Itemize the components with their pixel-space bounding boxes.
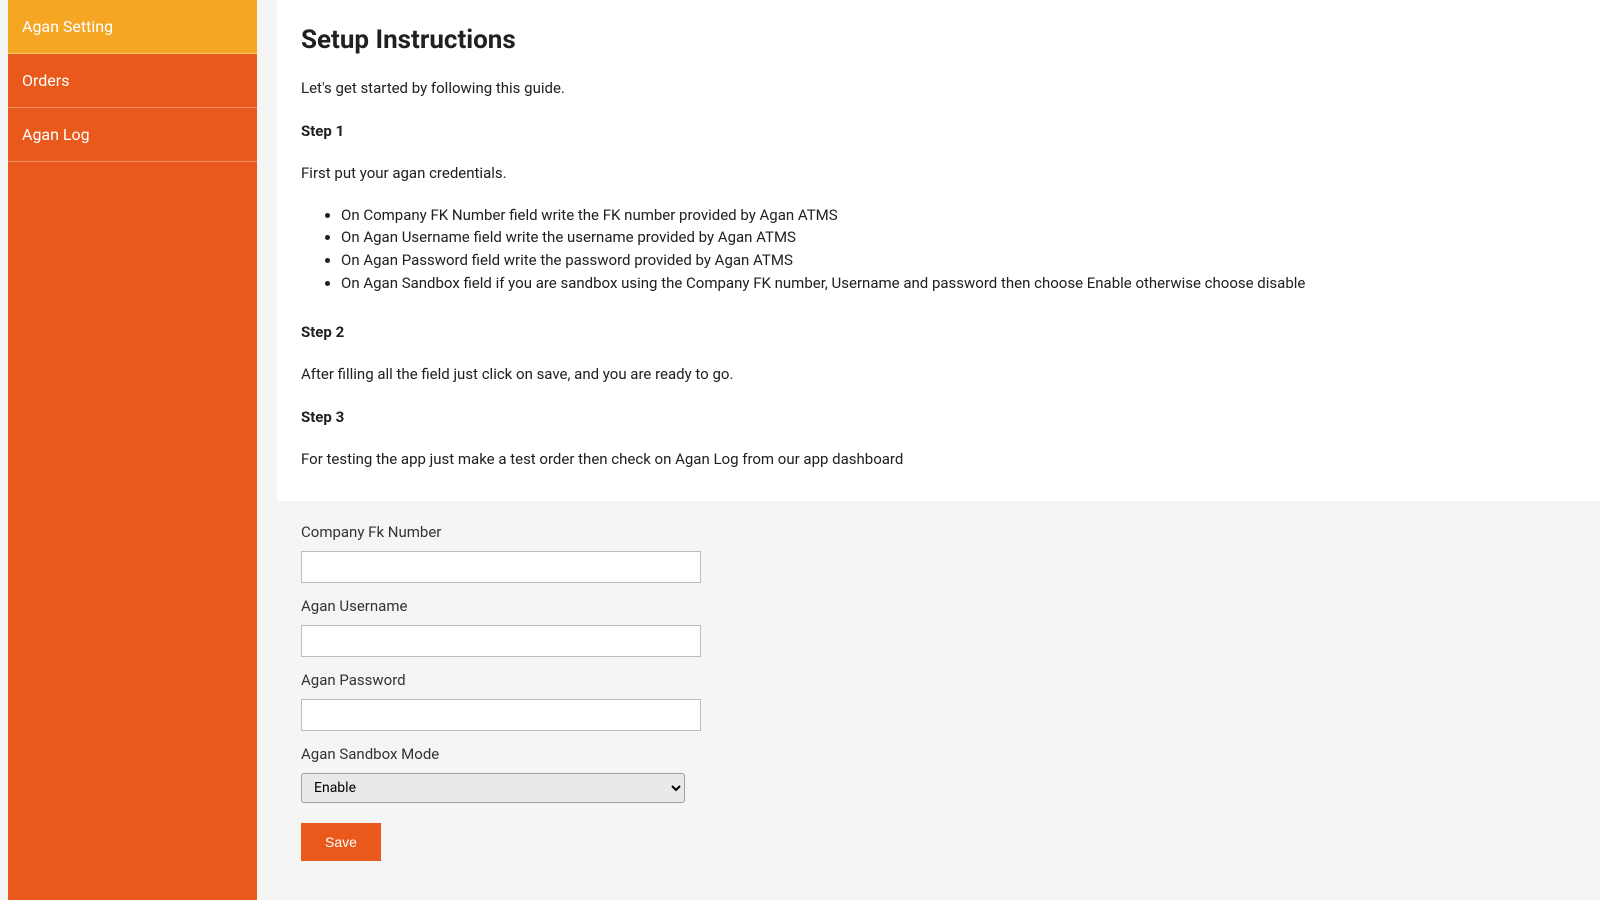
save-button[interactable]: Save (301, 823, 381, 861)
field-agan-sandbox: Agan Sandbox Mode Enable Disable (301, 745, 1576, 803)
company-fk-label: Company Fk Number (301, 523, 1576, 541)
company-fk-input[interactable] (301, 551, 701, 583)
step-1-bullet: On Agan Username field write the usernam… (341, 227, 1576, 249)
step-1-bullet-list: On Company FK Number field write the FK … (301, 205, 1576, 295)
agan-sandbox-select[interactable]: Enable Disable (301, 773, 685, 803)
page-title: Setup Instructions (301, 25, 1576, 55)
step-2-text: After filling all the field just click o… (301, 363, 1576, 386)
intro-text: Let's get started by following this guid… (301, 77, 1576, 100)
step-2-heading: Step 2 (301, 321, 1576, 344)
step-1-heading: Step 1 (301, 120, 1576, 143)
step-1-bullet: On Company FK Number field write the FK … (341, 205, 1576, 227)
sidebar-item-agan-setting[interactable]: Agan Setting (8, 0, 257, 54)
sidebar-spacer (8, 162, 257, 900)
agan-password-label: Agan Password (301, 671, 1576, 689)
step-1-bullet: On Agan Sandbox field if you are sandbox… (341, 273, 1576, 295)
agan-username-input[interactable] (301, 625, 701, 657)
agan-username-label: Agan Username (301, 597, 1576, 615)
agan-sandbox-label: Agan Sandbox Mode (301, 745, 1576, 763)
sidebar-item-orders[interactable]: Orders (8, 54, 257, 108)
instructions-card: Setup Instructions Let's get started by … (277, 0, 1600, 501)
sidebar-item-agan-log[interactable]: Agan Log (8, 108, 257, 162)
step-3-text: For testing the app just make a test ord… (301, 448, 1576, 471)
step-1-bullet: On Agan Password field write the passwor… (341, 250, 1576, 272)
step-3-heading: Step 3 (301, 406, 1576, 429)
field-agan-username: Agan Username (301, 597, 1576, 657)
field-company-fk: Company Fk Number (301, 523, 1576, 583)
settings-form: Company Fk Number Agan Username Agan Pas… (277, 523, 1600, 891)
field-agan-password: Agan Password (301, 671, 1576, 731)
agan-password-input[interactable] (301, 699, 701, 731)
sidebar: Agan Setting Orders Agan Log (8, 0, 257, 900)
step-1-text: First put your agan credentials. (301, 162, 1576, 185)
main-content: Setup Instructions Let's get started by … (257, 0, 1600, 900)
